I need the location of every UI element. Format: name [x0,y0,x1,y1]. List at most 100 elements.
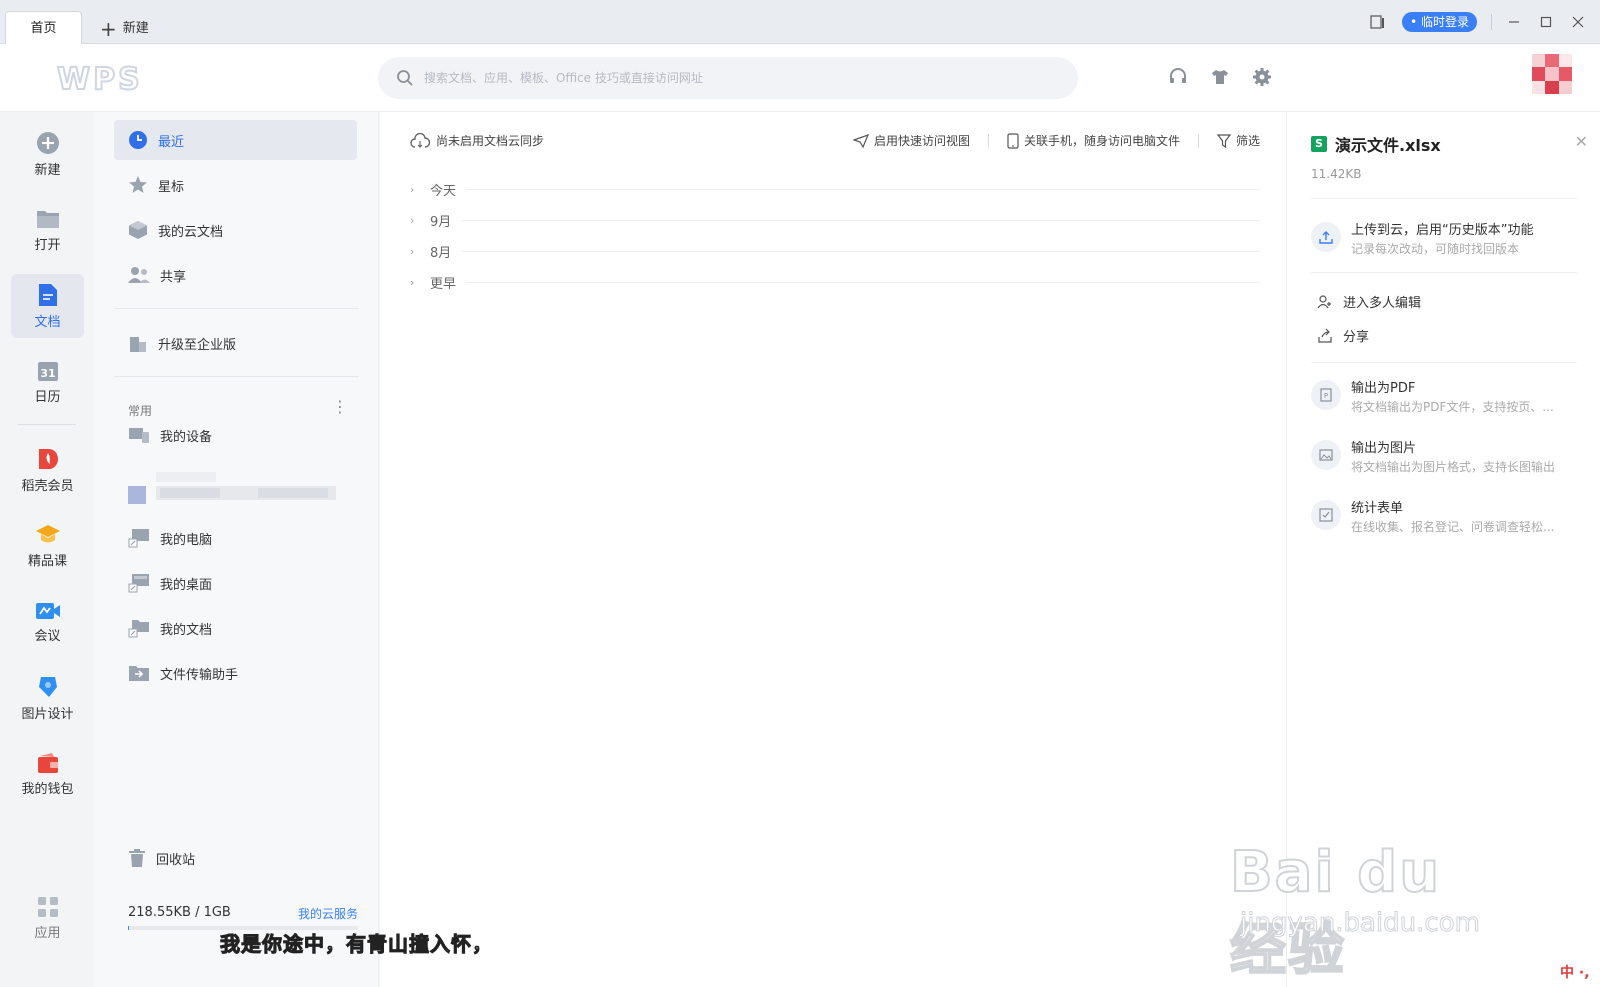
group-earlier[interactable]: › 更早 [410,272,1260,292]
upload-desc: 记录每次改动，可随时找回版本 [1351,242,1520,256]
calendar-day: 31 [40,367,55,380]
blurred-device-item[interactable] [128,472,338,512]
rail-wallet[interactable]: 我的钱包 [11,742,84,806]
maximize-icon[interactable] [1530,6,1562,38]
tab-home[interactable]: 首页 [5,11,82,45]
export-pdf-action[interactable]: P 输出为PDF 将文档输出为PDF文件，支持按页、... [1311,380,1597,416]
nav-cloud-docs[interactable]: 我的云文档 [114,210,357,250]
rail-new-label: 新建 [34,162,61,178]
nav-my-documents[interactable]: 我的文档 [114,608,357,648]
rail-new[interactable]: 新建 [11,122,84,186]
title-bar: 首页 + 新建 • 临时登录 [0,0,1600,45]
more-vertical-icon[interactable]: ⋮ [332,397,348,416]
divider [987,133,989,148]
link-phone-button[interactable]: 关联手机，随身访问电脑文件 [1007,132,1180,149]
rail-image-design[interactable]: 图片设计 [11,666,84,730]
stat-form-action[interactable]: 统计表单 在线收集、报名登记、问卷调查轻松... [1311,500,1597,536]
filter-label: 筛选 [1235,134,1260,148]
nav-my-desktop[interactable]: 我的桌面 [114,563,357,603]
group-today[interactable]: › 今天 [410,179,1260,199]
nav-my-computer-label: 我的电脑 [160,532,213,548]
form-title: 统计表单 [1351,501,1404,516]
nav-cloud-docs-label: 我的云文档 [158,224,224,240]
upload-to-cloud-action[interactable]: 上传到云，启用“历史版本”功能 记录每次改动，可随时找回版本 [1311,222,1597,258]
user-add-icon [1317,294,1331,308]
filter-button[interactable]: 筛选 [1216,132,1260,149]
header-icons [1165,64,1275,90]
rail-calendar[interactable]: 31 日历 [11,350,84,414]
paper-plane-icon [852,133,869,148]
multi-edit-action[interactable]: 进入多人编辑 [1317,292,1421,311]
calendar-icon: 31 [37,361,58,381]
export-image-action[interactable]: 输出为图片 将文档输出为图片格式，支持长图输出 [1311,440,1597,476]
search-input[interactable] [424,71,1044,85]
rail-courses[interactable]: 精品课 [11,514,84,578]
temp-login-button[interactable]: • 临时登录 [1402,12,1477,32]
nav-divider [114,308,359,309]
rail-apps[interactable]: 应用 [11,886,84,950]
quick-access-view-button[interactable]: 启用快速访问视图 [852,132,970,149]
divider [466,281,1260,283]
storage-progress-fill [128,926,130,930]
nav-divider [114,376,359,377]
group-label: 今天 [430,183,457,199]
share-action[interactable]: 分享 [1317,326,1369,345]
nav-recent[interactable]: 最近 [114,120,357,160]
apps-grid-icon [37,896,58,917]
rail-documents[interactable]: 文档 [11,274,84,338]
enterprise-building-icon [130,337,146,352]
group-august[interactable]: › 8月 [410,241,1260,261]
divider [461,250,1260,252]
clock-icon [129,131,147,149]
search-bar[interactable] [378,57,1078,99]
tab-new[interactable]: + 新建 [100,17,149,41]
image-desc: 将文档输出为图片格式，支持长图输出 [1351,460,1556,474]
user-avatar[interactable] [1532,54,1572,94]
side-nav: 最近 星标 我的云文档 共享 升级至企业版 常用 ⋮ 我的设备 我的电脑 我的桌… [94,112,379,987]
minimize-icon[interactable] [1498,6,1530,38]
storage-usage-text: 218.55KB / 1GB [128,905,231,920]
rail-meeting-label: 会议 [34,628,61,644]
nav-my-computer[interactable]: 我的电脑 [114,518,357,558]
chevron-right-icon: › [410,275,415,289]
nav-shared[interactable]: 共享 [114,255,357,295]
ime-indicator: 中 ·, [1560,965,1590,981]
left-rail: 新建 打开 文档 31 日历 稻壳会员 精品课 会议 图片设计 我的钱包 应用 [0,112,94,987]
rail-calendar-label: 日历 [34,389,61,405]
reading-mode-icon[interactable] [1362,6,1394,38]
rail-wallet-label: 我的钱包 [21,781,74,797]
close-icon[interactable] [1562,6,1594,38]
image-export-icon [1311,440,1341,470]
baidu-watermark: Bai du 经验 jingyan.baidu.com [1229,820,1520,984]
rail-docer-label: 稻壳会员 [21,478,74,494]
settings-gear-icon[interactable] [1249,64,1275,90]
group-september[interactable]: › 9月 [410,210,1260,230]
wallet-icon [37,752,58,773]
nav-recycle-bin[interactable]: 回收站 [114,838,357,878]
upload-title: 上传到云，启用“历史版本”功能 [1351,223,1534,238]
panel-close-icon[interactable]: ✕ [1575,132,1588,151]
rail-open[interactable]: 打开 [11,198,84,262]
headset-icon[interactable] [1165,64,1191,90]
rail-meeting[interactable]: 会议 [11,590,84,654]
cloud-cube-icon [129,221,147,239]
folder-icon [36,210,59,228]
nav-starred[interactable]: 星标 [114,165,357,205]
rail-apps-label: 应用 [34,925,61,941]
group-label: 更早 [430,276,457,292]
cloud-sync-text: 尚未启用文档云同步 [436,134,545,148]
desktop-shortcut-icon [128,574,149,593]
skin-shirt-icon[interactable] [1207,64,1233,90]
watermark-url: jingyan.baidu.com [1240,908,1481,939]
users-icon [128,267,150,283]
cloud-service-link[interactable]: 我的云服务 [298,905,358,922]
nav-recent-label: 最近 [158,134,185,150]
cloud-sync-status[interactable]: 尚未启用文档云同步 [410,132,544,149]
rail-courses-label: 精品课 [27,553,67,569]
new-plus-icon [36,131,59,154]
group-label: 8月 [430,245,452,261]
nav-file-transfer[interactable]: 文件传输助手 [114,653,357,693]
nav-upgrade-enterprise[interactable]: 升级至企业版 [114,323,357,363]
rail-docer-member[interactable]: 稻壳会员 [11,438,84,502]
nav-my-devices[interactable]: 我的设备 [114,415,357,455]
